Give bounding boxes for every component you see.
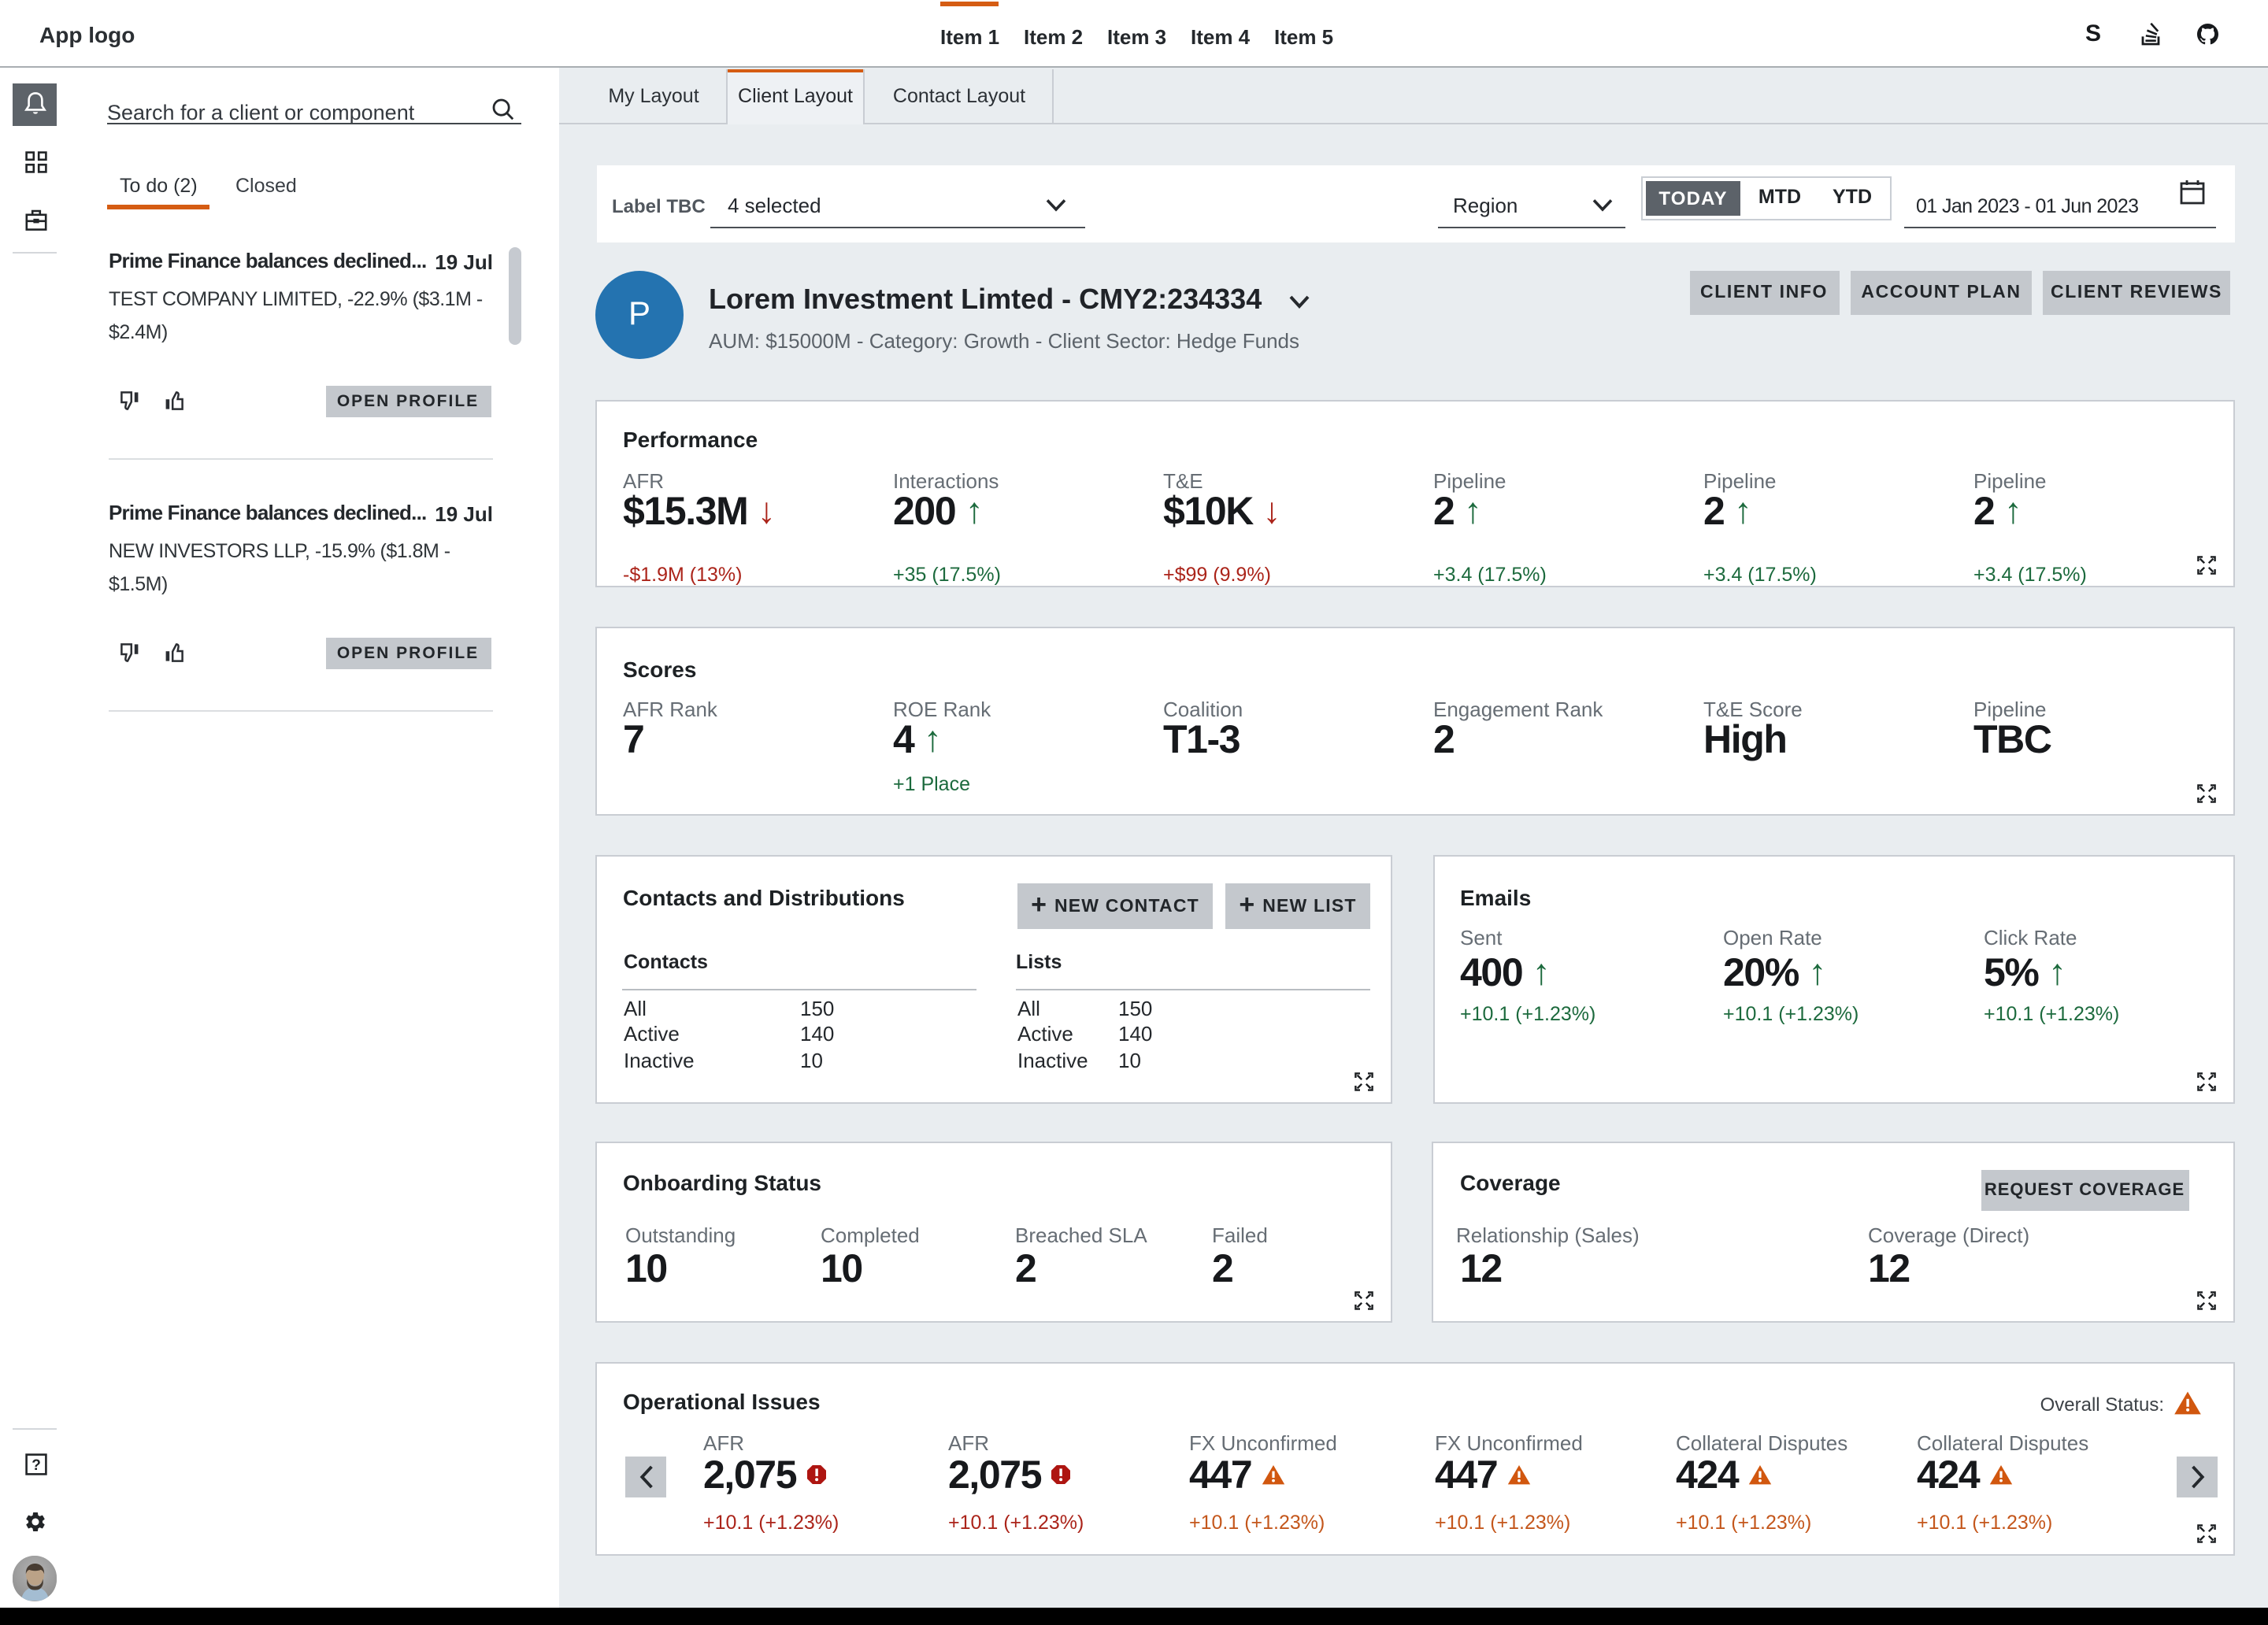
svg-text:?: ? bbox=[31, 1457, 40, 1474]
